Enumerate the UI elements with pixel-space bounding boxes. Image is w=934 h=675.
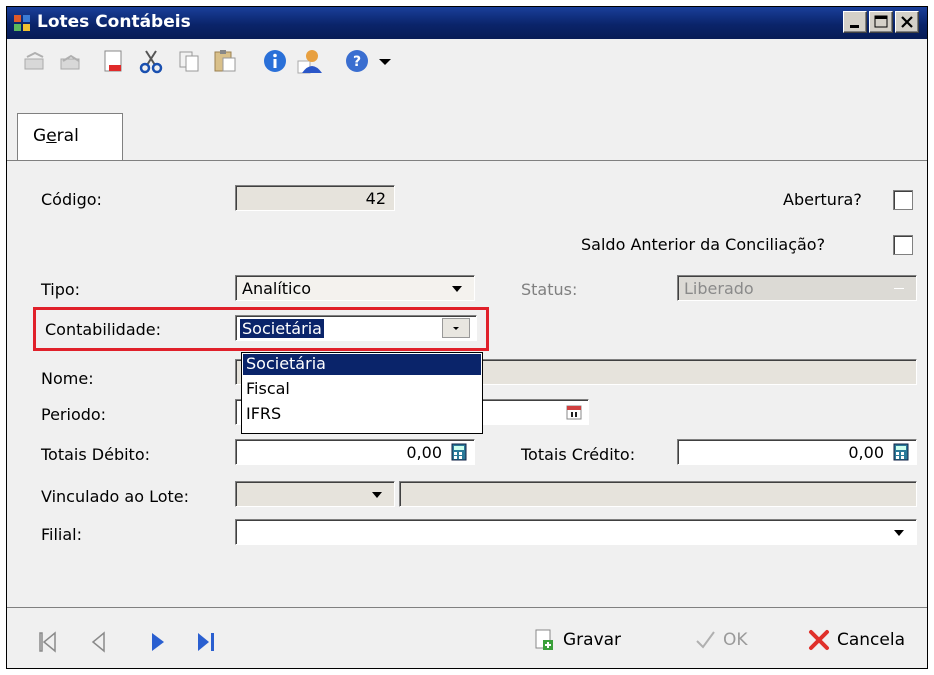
tab-geral-label: Geral	[33, 126, 79, 146]
abertura-checkbox[interactable]	[893, 190, 913, 210]
vinculado-label: Vinculado ao Lote:	[41, 487, 190, 506]
chevron-down-icon	[372, 492, 382, 498]
save-icon	[535, 629, 553, 650]
vinculado-descricao-field	[399, 481, 917, 507]
cancela-button[interactable]: Cancela	[807, 624, 923, 656]
list-item[interactable]: IFRS	[243, 404, 481, 425]
paste-icon[interactable]	[211, 47, 239, 75]
ok-label: OK	[723, 630, 748, 650]
close-icon	[901, 16, 913, 28]
nome-label: Nome:	[41, 369, 94, 388]
totais-debito-field[interactable]: 0,00	[235, 439, 475, 465]
lotes-contabeis-window: Lotes Contábeis ? Geral Código: 42 Abert…	[6, 6, 928, 669]
codigo-label: Código:	[41, 190, 102, 209]
totais-debito-value: 0,00	[406, 443, 442, 462]
saldo-anterior-label: Saldo Anterior da Conciliação?	[581, 235, 826, 254]
user-icon[interactable]	[295, 47, 323, 75]
undo-icon[interactable]	[21, 47, 49, 75]
contabilidade-value: Societária	[240, 319, 324, 338]
tab-geral[interactable]: Geral	[17, 113, 123, 161]
contabilidade-select[interactable]: Societária	[235, 315, 477, 341]
ok-button[interactable]: OK	[693, 624, 763, 656]
calendar-icon[interactable]	[566, 404, 582, 420]
dropdown-arrow-icon[interactable]	[371, 47, 399, 75]
maximize-icon	[874, 15, 888, 28]
list-item[interactable]: Fiscal	[243, 379, 481, 400]
contabilidade-label: Contabilidade:	[45, 320, 162, 339]
calculator-icon[interactable]	[892, 443, 910, 461]
tipo-select[interactable]: Analítico	[235, 275, 475, 301]
previous-record-icon[interactable]	[87, 630, 109, 654]
status-field: Liberado	[677, 275, 917, 301]
maximize-button[interactable]	[869, 11, 893, 33]
tipo-value: Analítico	[242, 279, 312, 298]
contabilidade-dropdown-list: Societária Fiscal IFRS	[241, 352, 483, 434]
totais-credito-field[interactable]: 0,00	[677, 439, 917, 465]
contabilidade-dropdown-button[interactable]	[442, 318, 470, 338]
first-record-icon[interactable]	[37, 630, 59, 654]
new-document-icon[interactable]	[99, 47, 127, 75]
copy-icon[interactable]	[175, 47, 203, 75]
svg-text:?: ?	[353, 54, 361, 70]
gravar-button[interactable]: Gravar	[533, 624, 643, 656]
next-record-icon[interactable]	[147, 630, 169, 654]
codigo-field[interactable]: 42	[235, 185, 395, 211]
periodo-label: Periodo:	[41, 405, 107, 424]
gravar-label: Gravar	[563, 630, 622, 650]
totais-debito-label: Totais Débito:	[41, 445, 151, 464]
info-icon[interactable]	[261, 47, 289, 75]
calculator-icon[interactable]	[450, 443, 468, 461]
vinculado-select[interactable]	[235, 481, 395, 507]
status-value: Liberado	[684, 279, 754, 298]
close-button[interactable]	[895, 11, 919, 33]
cut-icon[interactable]	[137, 47, 165, 75]
saldo-anterior-checkbox[interactable]	[893, 235, 913, 255]
totais-credito-value: 0,00	[848, 443, 884, 462]
help-icon[interactable]: ?	[343, 47, 371, 75]
filial-label: Filial:	[41, 525, 83, 544]
chevron-down-icon	[453, 327, 459, 330]
chevron-down-icon	[894, 530, 904, 536]
redo-icon[interactable]	[57, 47, 85, 75]
abertura-label: Abertura?	[783, 190, 862, 209]
status-label: Status:	[521, 280, 578, 299]
minimize-button[interactable]	[843, 11, 867, 33]
chevron-down-icon	[452, 286, 462, 292]
last-record-icon[interactable]	[195, 630, 217, 654]
cancela-label: Cancela	[837, 630, 906, 650]
cancel-icon	[809, 630, 829, 650]
list-item[interactable]: Societária	[243, 354, 481, 375]
toolbar: ?	[7, 39, 927, 81]
chevron-down-icon	[894, 288, 904, 289]
app-icon	[14, 15, 30, 31]
checkmark-icon	[696, 631, 715, 649]
codigo-value: 42	[365, 189, 386, 208]
window-title: Lotes Contábeis	[37, 12, 191, 32]
footer-bar: Gravar OK Cancela	[7, 608, 927, 668]
tipo-label: Tipo:	[41, 280, 81, 299]
minimize-icon	[850, 25, 859, 28]
totais-credito-label: Totais Crédito:	[521, 445, 636, 464]
title-bar: Lotes Contábeis	[7, 7, 927, 39]
filial-select[interactable]	[235, 519, 917, 545]
